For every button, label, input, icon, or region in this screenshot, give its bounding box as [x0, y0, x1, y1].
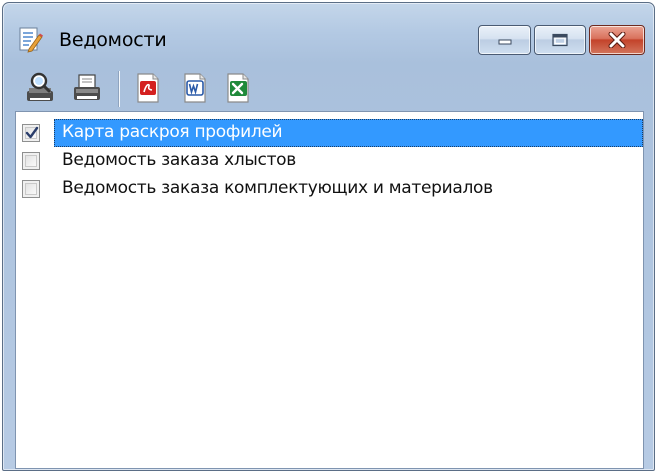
checkbox-checked[interactable]	[22, 124, 40, 142]
word-export-icon	[184, 73, 206, 103]
print-button[interactable]	[70, 71, 104, 105]
list-item-label: Карта раскроя профилей	[62, 122, 283, 142]
window-title: Ведомости	[59, 29, 167, 51]
excel-export-icon	[227, 73, 249, 103]
title-bar[interactable]: Ведомости	[3, 3, 654, 61]
export-pdf-button[interactable]	[131, 71, 165, 105]
pdf-export-icon	[137, 73, 159, 103]
maximize-button[interactable]	[534, 25, 586, 55]
export-excel-button[interactable]	[221, 71, 255, 105]
list-item-label: Ведомость заказа комплектующих и материа…	[62, 178, 493, 198]
maximize-icon	[552, 33, 568, 47]
minimize-button[interactable]	[478, 25, 531, 55]
list-item-label: Ведомость заказа хлыстов	[62, 150, 296, 170]
checkbox-unchecked[interactable]	[22, 152, 40, 170]
print-preview-button[interactable]	[23, 71, 57, 105]
print-preview-icon	[27, 72, 53, 101]
close-button[interactable]	[589, 25, 645, 55]
check-mark-icon	[25, 126, 39, 139]
minimize-icon	[498, 39, 511, 45]
list-item[interactable]: Ведомость заказа хлыстов	[16, 147, 643, 175]
reports-window: Ведомости Карта раскроя профилей Ведомос…	[2, 2, 655, 471]
report-list-icon	[17, 25, 43, 53]
toolbar-separator	[118, 71, 120, 107]
toolbar	[15, 67, 645, 109]
reports-list[interactable]: Карта раскроя профилей Ведомость заказа …	[15, 111, 644, 469]
printer-icon	[74, 74, 100, 100]
export-word-button[interactable]	[178, 71, 212, 105]
close-icon	[608, 32, 626, 48]
checkbox-unchecked[interactable]	[22, 180, 40, 198]
list-item[interactable]: Карта раскроя профилей	[16, 119, 643, 147]
list-item[interactable]: Ведомость заказа комплектующих и материа…	[16, 175, 643, 203]
